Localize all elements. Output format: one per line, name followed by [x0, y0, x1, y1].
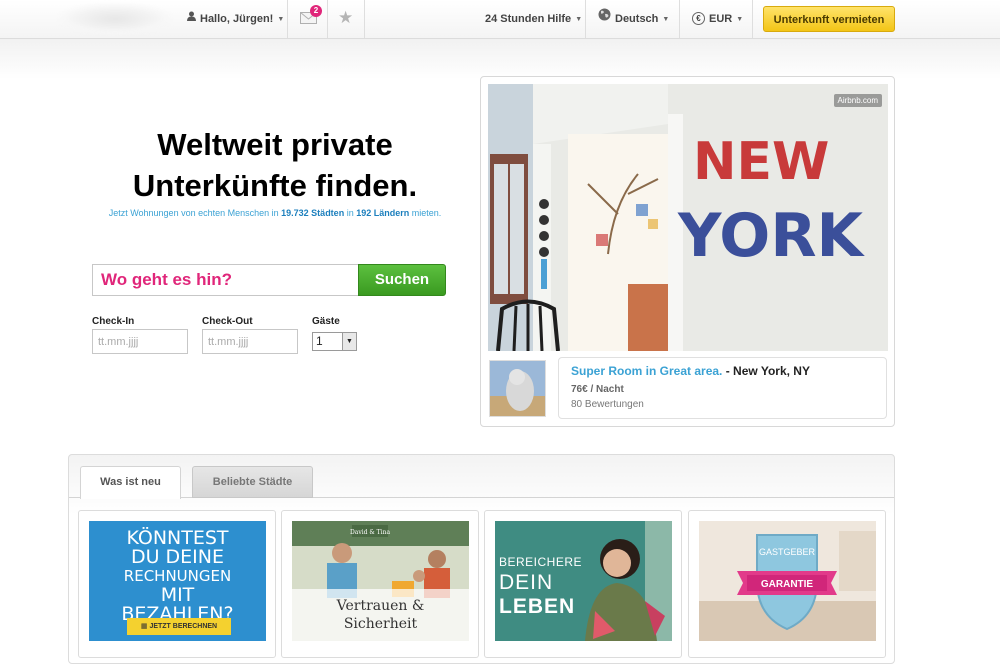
listing-name[interactable]: Super Room in Great area.: [571, 364, 722, 378]
language-label: Deutsch: [615, 13, 659, 25]
destination-search-input[interactable]: [92, 264, 358, 296]
hosts-sign: David & Tina: [350, 529, 390, 536]
divider: [752, 0, 753, 38]
host-photo-image: [490, 361, 545, 416]
guests-select[interactable]: 1 ▼: [312, 332, 357, 351]
promo-line: DU DEINE: [130, 546, 225, 568]
shield-text-host: GASTGEBER: [759, 547, 816, 557]
promo-card-enrich-life[interactable]: BEREICHERE DEIN LEBEN: [484, 510, 682, 658]
divider: [679, 0, 680, 38]
cta-label: JETZT BERECHNEN: [149, 623, 218, 630]
watermark-label: Airbnb.com: [833, 94, 882, 107]
checkout-label: Check-Out: [202, 316, 253, 327]
listing-title[interactable]: Super Room in Great area. - New York, NY: [571, 364, 810, 378]
user-menu[interactable]: Hallo, Jürgen! ▼: [187, 0, 284, 38]
currency-label: EUR: [709, 13, 733, 25]
featured-listing-photo[interactable]: NEW YORK Airbnb.com: [488, 84, 888, 351]
subline-text: Jetzt Wohnungen von echten Menschen in: [108, 208, 279, 218]
host-thumbnail[interactable]: [489, 360, 546, 417]
promo-image: David & Tina Vertrauen & Sicherheit: [292, 521, 469, 641]
caret-down-icon: ▼: [736, 16, 744, 23]
divider: [287, 0, 288, 38]
checkin-label: Check-In: [92, 316, 135, 327]
promo-card-trust-safety[interactable]: David & Tina Vertrauen & Sicherheit: [281, 510, 479, 658]
headline-line: Unterkünfte finden.: [132, 168, 418, 203]
user-icon: [187, 0, 196, 37]
wall-letters-new: NEW: [693, 132, 829, 192]
euro-icon: €: [692, 11, 705, 25]
promo-caption: Vertrauen & Sicherheit: [292, 589, 469, 641]
listing-info-bubble[interactable]: Super Room in Great area. - New York, NY…: [558, 357, 887, 419]
listing-location: - New York, NY: [722, 364, 810, 378]
listing-reviews[interactable]: 80 Bewertungen: [571, 399, 644, 410]
wall-letters-york: YORK: [677, 201, 866, 271]
caret-down-icon: ▼: [277, 16, 285, 23]
subline-text: in: [346, 208, 354, 218]
tab-popular-cities[interactable]: Beliebte Städte: [192, 466, 313, 498]
promo-card-host-guarantee[interactable]: GASTGEBER GARANTIE: [688, 510, 886, 658]
promo-caption-line: Sicherheit: [343, 616, 418, 632]
currency-menu[interactable]: € EUR ▼: [692, 0, 743, 38]
top-navigation-bar: Hallo, Jürgen! ▼ 2 ★ 24 Stunden Hilfe ▼ De…: [0, 0, 1000, 39]
caret-down-icon: ▼: [662, 16, 670, 23]
list-your-space-button[interactable]: Unterkunft vermieten: [763, 6, 895, 32]
help-menu[interactable]: 24 Stunden Hilfe ▼: [485, 0, 582, 38]
calculate-now-button[interactable]: ▦ JETZT BERECHNEN: [127, 618, 231, 635]
divider: [585, 0, 586, 38]
promo-image: KÖNNTEST DU DEINE RECHNUNGEN MIT BEZAHLE…: [89, 521, 266, 641]
subline-text: mieten.: [411, 208, 442, 218]
promo-line: LEBEN: [499, 595, 576, 618]
checkin-date-input[interactable]: [92, 329, 188, 354]
countries-count: 192 Ländern: [356, 208, 410, 218]
language-menu[interactable]: Deutsch ▼: [598, 0, 669, 38]
caret-down-icon: ▼: [575, 16, 583, 23]
guests-value: 1: [316, 334, 323, 348]
divider: [327, 0, 328, 38]
promo-headline: DEIN LEBEN: [499, 571, 575, 619]
globe-icon: [598, 0, 611, 37]
logo[interactable]: [60, 4, 170, 34]
room-photo-image: NEW YORK: [488, 84, 888, 351]
promo-kicker: BEREICHERE: [499, 555, 583, 569]
shield-text-guarantee: GARANTIE: [761, 579, 814, 590]
messages-count-badge: 2: [310, 5, 322, 17]
promo-image: BEREICHERE DEIN LEBEN: [495, 521, 672, 641]
checkout-date-input[interactable]: [202, 329, 298, 354]
host-guarantee-shield-image: GASTGEBER GARANTIE: [699, 521, 876, 641]
promo-image: GASTGEBER GARANTIE: [699, 521, 876, 641]
star-icon[interactable]: ★: [338, 8, 353, 28]
guests-label: Gäste: [312, 316, 340, 327]
promo-caption-line: Vertrauen &: [336, 598, 425, 614]
page-headline: Weltweit private Unterkünfte finden.: [80, 124, 470, 206]
chevron-down-icon[interactable]: ▼: [342, 333, 356, 350]
user-greeting: Hallo, Jürgen!: [200, 13, 274, 25]
promo-line: DEIN: [499, 571, 554, 594]
promo-card-calculator[interactable]: KÖNNTEST DU DEINE RECHNUNGEN MIT BEZAHLE…: [78, 510, 276, 658]
search-button[interactable]: Suchen: [358, 264, 446, 296]
listing-price: 76€ / Nacht: [571, 384, 624, 395]
tab-whats-new[interactable]: Was ist neu: [80, 466, 181, 499]
help-label: 24 Stunden Hilfe: [485, 13, 572, 25]
header-shadow: [0, 39, 1000, 79]
cities-count: 19.732 Städten: [281, 208, 345, 218]
page-subline: Jetzt Wohnungen von echten Menschen in 1…: [70, 208, 480, 218]
promo-headline: KÖNNTEST DU DEINE RECHNUNGEN MIT BEZAHLE…: [89, 529, 266, 624]
headline-line: Weltweit private: [157, 127, 393, 162]
divider: [364, 0, 365, 38]
